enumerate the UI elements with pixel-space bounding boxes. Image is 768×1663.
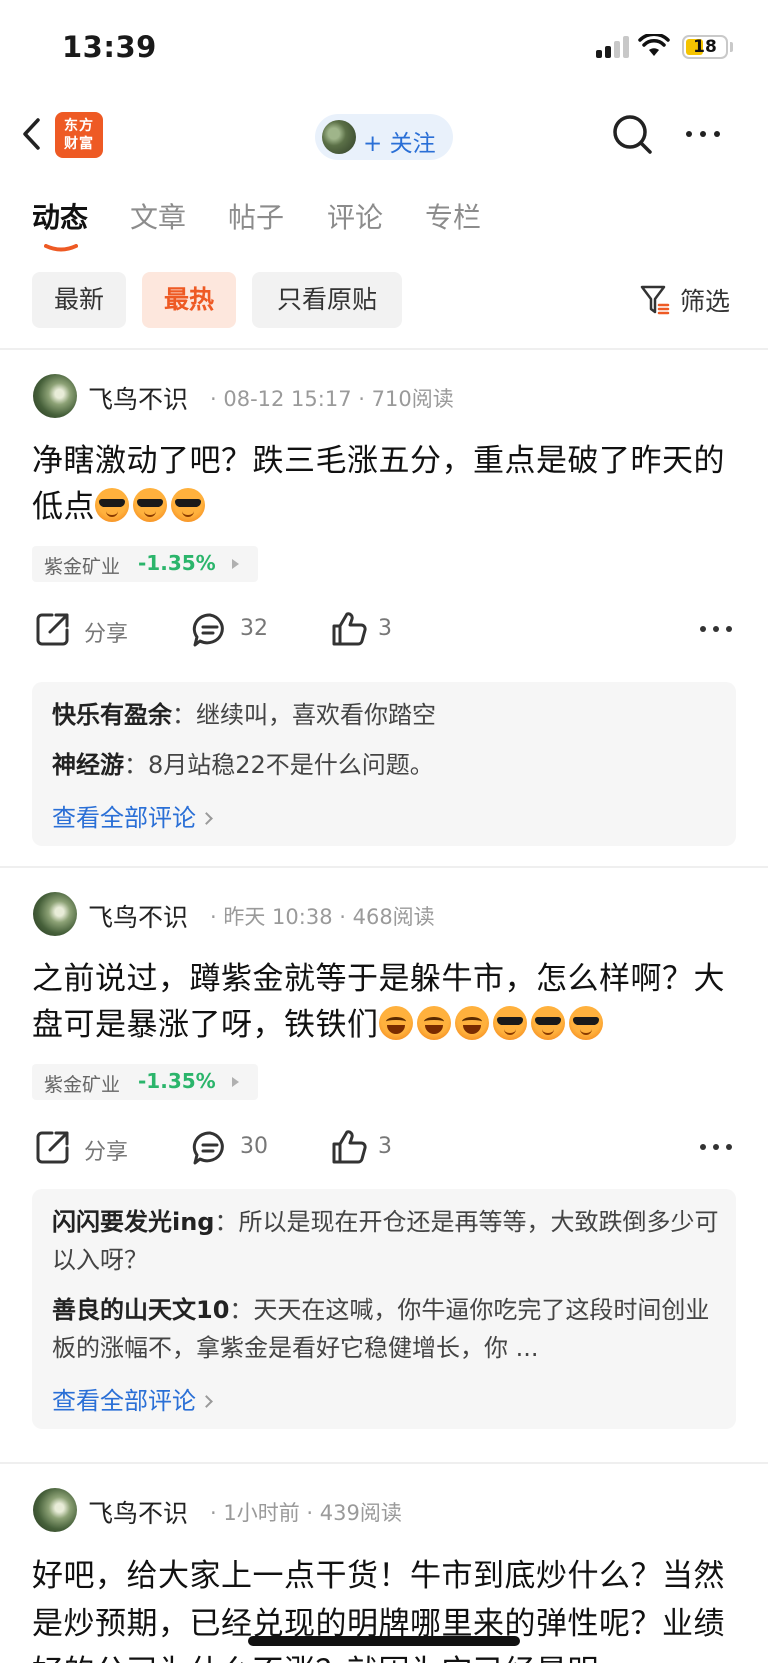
- tab-bar: 动态 文章 帖子 评论 专栏: [0, 196, 768, 256]
- back-icon[interactable]: [18, 114, 46, 154]
- post-meta: · 1小时前 · 439阅读: [210, 1501, 402, 1525]
- filter-latest[interactable]: 最新: [32, 272, 126, 328]
- post-text[interactable]: 之前说过，蹲紫金就等于是躲牛市，怎么样啊？大盘可是暴涨了呀，铁铁们: [32, 956, 742, 1048]
- post-actions: 分享 30 3: [0, 1128, 768, 1172]
- search-icon[interactable]: [610, 112, 656, 158]
- filter-button[interactable]: 筛选: [640, 282, 750, 318]
- laugh-emoji: [378, 1006, 413, 1040]
- battery-icon: 18: [682, 35, 728, 59]
- post-card[interactable]: 飞鸟不识 · 昨天 10:38 · 468阅读 之前说过，蹲紫金就等于是躲牛市，…: [0, 868, 768, 1464]
- like-count[interactable]: 3: [378, 1134, 392, 1159]
- cellular-signal-icon: [596, 36, 630, 58]
- post-card[interactable]: 飞鸟不识 · 08-12 15:17 · 710阅读 净瞎激动了吧？跌三毛涨五分…: [0, 350, 768, 868]
- like-icon[interactable]: [330, 610, 368, 648]
- tab-columns[interactable]: 专栏: [425, 196, 481, 236]
- stock-tag[interactable]: 紫金矿业 -1.35%: [32, 546, 258, 582]
- tab-articles[interactable]: 文章: [130, 196, 186, 236]
- like-count[interactable]: 3: [378, 616, 392, 641]
- cool-emoji: [133, 488, 167, 522]
- more-options-icon[interactable]: [700, 626, 732, 634]
- comment-icon[interactable]: [192, 612, 228, 648]
- more-options-icon[interactable]: [682, 128, 724, 140]
- app-logo: 东方 财富: [55, 112, 103, 158]
- chevron-right-icon: [200, 1395, 213, 1408]
- post-text[interactable]: 净瞎激动了吧？跌三毛涨五分，重点是破了昨天的低点: [32, 438, 742, 530]
- comment-item[interactable]: 神经游：8月站稳22不是什么问题。: [52, 746, 720, 784]
- comment-item[interactable]: 快乐有盈余：继续叫，喜欢看你踏空: [52, 696, 720, 734]
- chevron-right-icon: [232, 559, 239, 569]
- laugh-emoji: [416, 1006, 451, 1040]
- home-indicator: [248, 1636, 520, 1646]
- share-label[interactable]: 分享: [84, 616, 128, 648]
- avatar[interactable]: [33, 1488, 77, 1532]
- post-author[interactable]: 飞鸟不识: [88, 1494, 188, 1530]
- tab-posts[interactable]: 帖子: [228, 196, 284, 236]
- follow-label: + 关注: [363, 131, 436, 157]
- post-text[interactable]: 好吧，给大家上一点干货！牛市到底炒什么？当然是炒预期，已经兑现的明牌哪里来的弹性…: [32, 1552, 742, 1663]
- filter-original-only[interactable]: 只看原贴: [252, 272, 402, 328]
- wifi-icon: [638, 34, 670, 56]
- nav-bar: 东方 财富 + 关注: [0, 100, 768, 172]
- like-icon[interactable]: [330, 1128, 368, 1166]
- cool-emoji: [492, 1006, 527, 1040]
- avatar[interactable]: [33, 892, 77, 936]
- comment-item[interactable]: 闪闪要发光ing：所以是现在开仓还是再等等，大致跌倒多少可以入呀？: [52, 1203, 720, 1279]
- share-icon[interactable]: [34, 610, 72, 648]
- active-tab-indicator: [44, 244, 78, 252]
- laugh-emoji: [454, 1006, 489, 1040]
- post-author[interactable]: 飞鸟不识: [88, 380, 188, 416]
- tab-dynamics[interactable]: 动态: [32, 196, 88, 236]
- stock-change: -1.35%: [138, 551, 216, 575]
- view-all-comments-link[interactable]: 查看全部评论: [52, 798, 213, 833]
- comments-preview[interactable]: 闪闪要发光ing：所以是现在开仓还是再等等，大致跌倒多少可以入呀？ 善良的山天文…: [32, 1189, 736, 1429]
- post-author[interactable]: 飞鸟不识: [88, 898, 188, 934]
- filter-icon: [640, 285, 670, 315]
- more-options-icon[interactable]: [700, 1144, 732, 1152]
- cool-emoji: [171, 488, 205, 522]
- comment-item[interactable]: 善良的山天文10：天天在这喊，你牛逼你吃完了这段时间创业板的涨幅不，拿紫金是看好…: [52, 1291, 720, 1367]
- chevron-right-icon: [200, 812, 213, 825]
- tab-comments[interactable]: 评论: [327, 196, 383, 236]
- cool-emoji: [568, 1006, 603, 1040]
- comment-icon[interactable]: [192, 1130, 228, 1166]
- avatar: [322, 120, 356, 154]
- stock-change: -1.35%: [138, 1069, 216, 1093]
- follow-button[interactable]: + 关注: [315, 114, 453, 160]
- filter-hottest[interactable]: 最热: [142, 272, 236, 328]
- filter-label: 筛选: [680, 287, 731, 316]
- post-card[interactable]: 飞鸟不识 · 1小时前 · 439阅读 好吧，给大家上一点干货！牛市到底炒什么？…: [0, 1464, 768, 1663]
- comment-count[interactable]: 32: [240, 616, 268, 641]
- cool-emoji: [530, 1006, 565, 1040]
- status-time: 13:39: [62, 30, 157, 64]
- share-label[interactable]: 分享: [84, 1134, 128, 1166]
- post-meta: · 08-12 15:17 · 710阅读: [210, 387, 454, 411]
- post-meta: · 昨天 10:38 · 468阅读: [210, 905, 435, 929]
- comments-preview[interactable]: 快乐有盈余：继续叫，喜欢看你踏空 神经游：8月站稳22不是什么问题。 查看全部评…: [32, 682, 736, 846]
- cool-emoji: [95, 488, 129, 522]
- avatar[interactable]: [33, 374, 77, 418]
- filter-bar: 最新 最热 只看原贴 筛选: [0, 272, 768, 330]
- chevron-right-icon: [232, 1077, 239, 1087]
- battery-level: 18: [693, 37, 717, 57]
- status-bar: 13:39 18: [0, 0, 768, 96]
- comment-count[interactable]: 30: [240, 1134, 268, 1159]
- share-icon[interactable]: [34, 1128, 72, 1166]
- stock-tag[interactable]: 紫金矿业 -1.35%: [32, 1064, 258, 1100]
- view-all-comments-link[interactable]: 查看全部评论: [52, 1381, 213, 1416]
- post-actions: 分享 32 3: [0, 610, 768, 654]
